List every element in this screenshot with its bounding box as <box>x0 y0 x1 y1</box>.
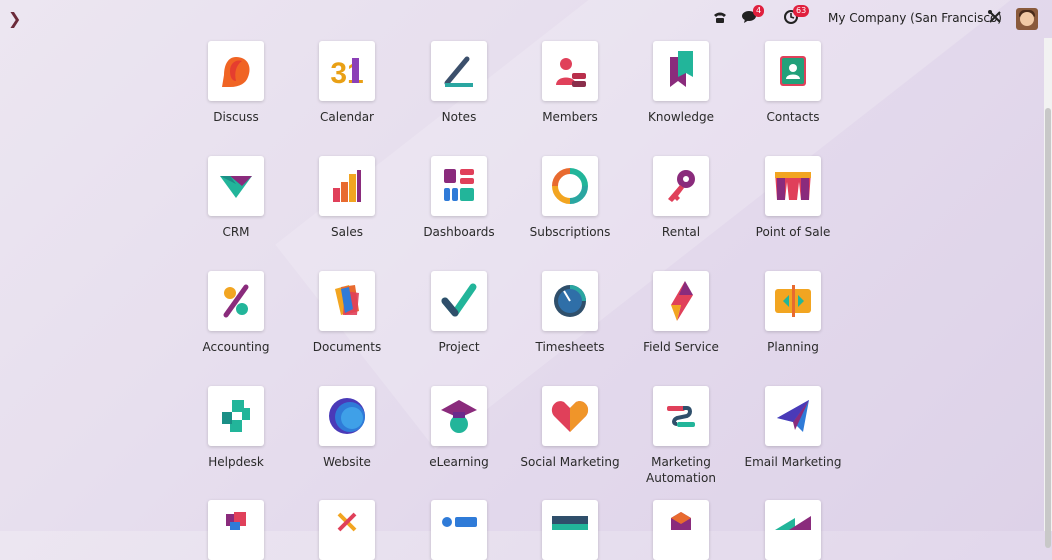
tools-icon[interactable] <box>987 9 1003 25</box>
chat-icon[interactable]: 4 <box>742 5 765 25</box>
elearning-icon <box>431 386 487 446</box>
partial-app-icon <box>653 500 709 560</box>
app-label: Field Service <box>643 340 719 354</box>
marketing-automation-icon <box>653 386 709 446</box>
messages-badge: 4 <box>753 5 765 17</box>
app-project[interactable]: Project <box>404 271 514 355</box>
app-notes[interactable]: Notes <box>404 41 514 125</box>
app-label: Discuss <box>213 110 259 124</box>
app-label: Calendar <box>320 110 374 124</box>
activities-badge: 63 <box>793 5 810 17</box>
app-subscriptions[interactable]: Subscriptions <box>515 156 625 240</box>
app-label: Rental <box>661 225 701 239</box>
app-planning[interactable]: Planning <box>738 271 848 355</box>
social-marketing-icon <box>542 386 598 446</box>
website-icon <box>319 386 375 446</box>
crm-icon <box>208 156 264 216</box>
app-label: Marketing Automation <box>646 455 716 485</box>
field-service-icon <box>653 271 709 331</box>
app-label: Timesheets <box>535 340 605 354</box>
app-partial-3[interactable] <box>404 500 514 560</box>
app-email-marketing[interactable]: Email Marketing <box>738 386 848 470</box>
app-members[interactable]: Members <box>515 41 625 125</box>
app-accounting[interactable]: Accounting <box>181 271 291 355</box>
company-switcher[interactable]: My Company (San Francisco) <box>828 11 1002 25</box>
project-icon <box>431 271 487 331</box>
knowledge-icon <box>653 41 709 101</box>
app-label: Knowledge <box>648 110 714 124</box>
scrollbar-thumb[interactable] <box>1045 108 1051 548</box>
app-documents[interactable]: Documents <box>292 271 402 355</box>
point-of-sale-icon <box>765 156 821 216</box>
app-partial-6[interactable] <box>738 500 848 560</box>
app-discuss[interactable]: Discuss <box>181 41 291 125</box>
app-label: Website <box>323 455 371 469</box>
app-partial-5[interactable] <box>626 500 736 560</box>
dashboards-icon <box>431 156 487 216</box>
partial-app-icon <box>319 500 375 560</box>
app-contacts[interactable]: Contacts <box>738 41 848 125</box>
app-label: Subscriptions <box>529 225 611 239</box>
app-label: CRM <box>222 225 250 239</box>
phone-icon[interactable] <box>712 9 728 25</box>
app-social-marketing[interactable]: Social Marketing <box>515 386 625 470</box>
app-partial-1[interactable] <box>181 500 291 560</box>
calendar-icon: 31 <box>319 41 375 101</box>
timesheets-icon <box>542 271 598 331</box>
partial-app-icon <box>431 500 487 560</box>
email-marketing-icon <box>765 386 821 446</box>
app-website[interactable]: Website <box>292 386 402 470</box>
partial-app-icon <box>208 500 264 560</box>
accounting-icon <box>208 271 264 331</box>
clock-icon[interactable]: 63 <box>783 5 810 25</box>
members-icon <box>542 41 598 101</box>
top-navbar: ❯ 4 63 My Company (San Francisco) <box>0 0 1052 40</box>
app-label: Documents <box>312 340 382 354</box>
app-elearning[interactable]: eLearning <box>404 386 514 470</box>
app-partial-2[interactable] <box>292 500 402 560</box>
app-label: eLearning <box>429 455 489 469</box>
app-rental[interactable]: Rental <box>626 156 736 240</box>
app-label: Notes <box>441 110 477 124</box>
partial-app-icon <box>542 500 598 560</box>
app-sales[interactable]: Sales <box>292 156 402 240</box>
app-field-service[interactable]: Field Service <box>626 271 736 355</box>
app-point-of-sale[interactable]: Point of Sale <box>738 156 848 240</box>
app-label: Point of Sale <box>755 225 831 239</box>
rental-icon <box>653 156 709 216</box>
app-label: Planning <box>767 340 819 354</box>
app-label: Members <box>542 110 598 124</box>
app-timesheets[interactable]: Timesheets <box>515 271 625 355</box>
app-dashboards[interactable]: Dashboards <box>404 156 514 240</box>
app-marketing-automation[interactable]: Marketing Automation <box>626 386 736 486</box>
documents-icon <box>319 271 375 331</box>
partial-app-icon <box>765 500 821 560</box>
scrollbar[interactable] <box>1044 38 1052 548</box>
helpdesk-icon <box>208 386 264 446</box>
app-label: Sales <box>331 225 363 239</box>
app-label: Helpdesk <box>208 455 264 469</box>
app-knowledge[interactable]: Knowledge <box>626 41 736 125</box>
app-partial-4[interactable] <box>515 500 625 560</box>
app-label: Accounting <box>202 340 270 354</box>
app-label: Email Marketing <box>744 455 842 469</box>
app-label: Dashboards <box>423 225 495 239</box>
app-crm[interactable]: CRM <box>181 156 291 240</box>
app-calendar[interactable]: 31 Calendar <box>292 41 402 125</box>
app-helpdesk[interactable]: Helpdesk <box>181 386 291 470</box>
app-label: Social Marketing <box>520 455 620 469</box>
planning-icon <box>765 271 821 331</box>
notes-icon <box>431 41 487 101</box>
app-label: Contacts <box>766 110 820 124</box>
subscriptions-icon <box>542 156 598 216</box>
sales-icon <box>319 156 375 216</box>
avatar[interactable] <box>1016 8 1038 30</box>
app-label: Project <box>438 340 480 354</box>
discuss-icon <box>208 41 264 101</box>
contacts-icon <box>765 41 821 101</box>
menu-toggle-icon[interactable]: ❯ <box>8 9 21 28</box>
